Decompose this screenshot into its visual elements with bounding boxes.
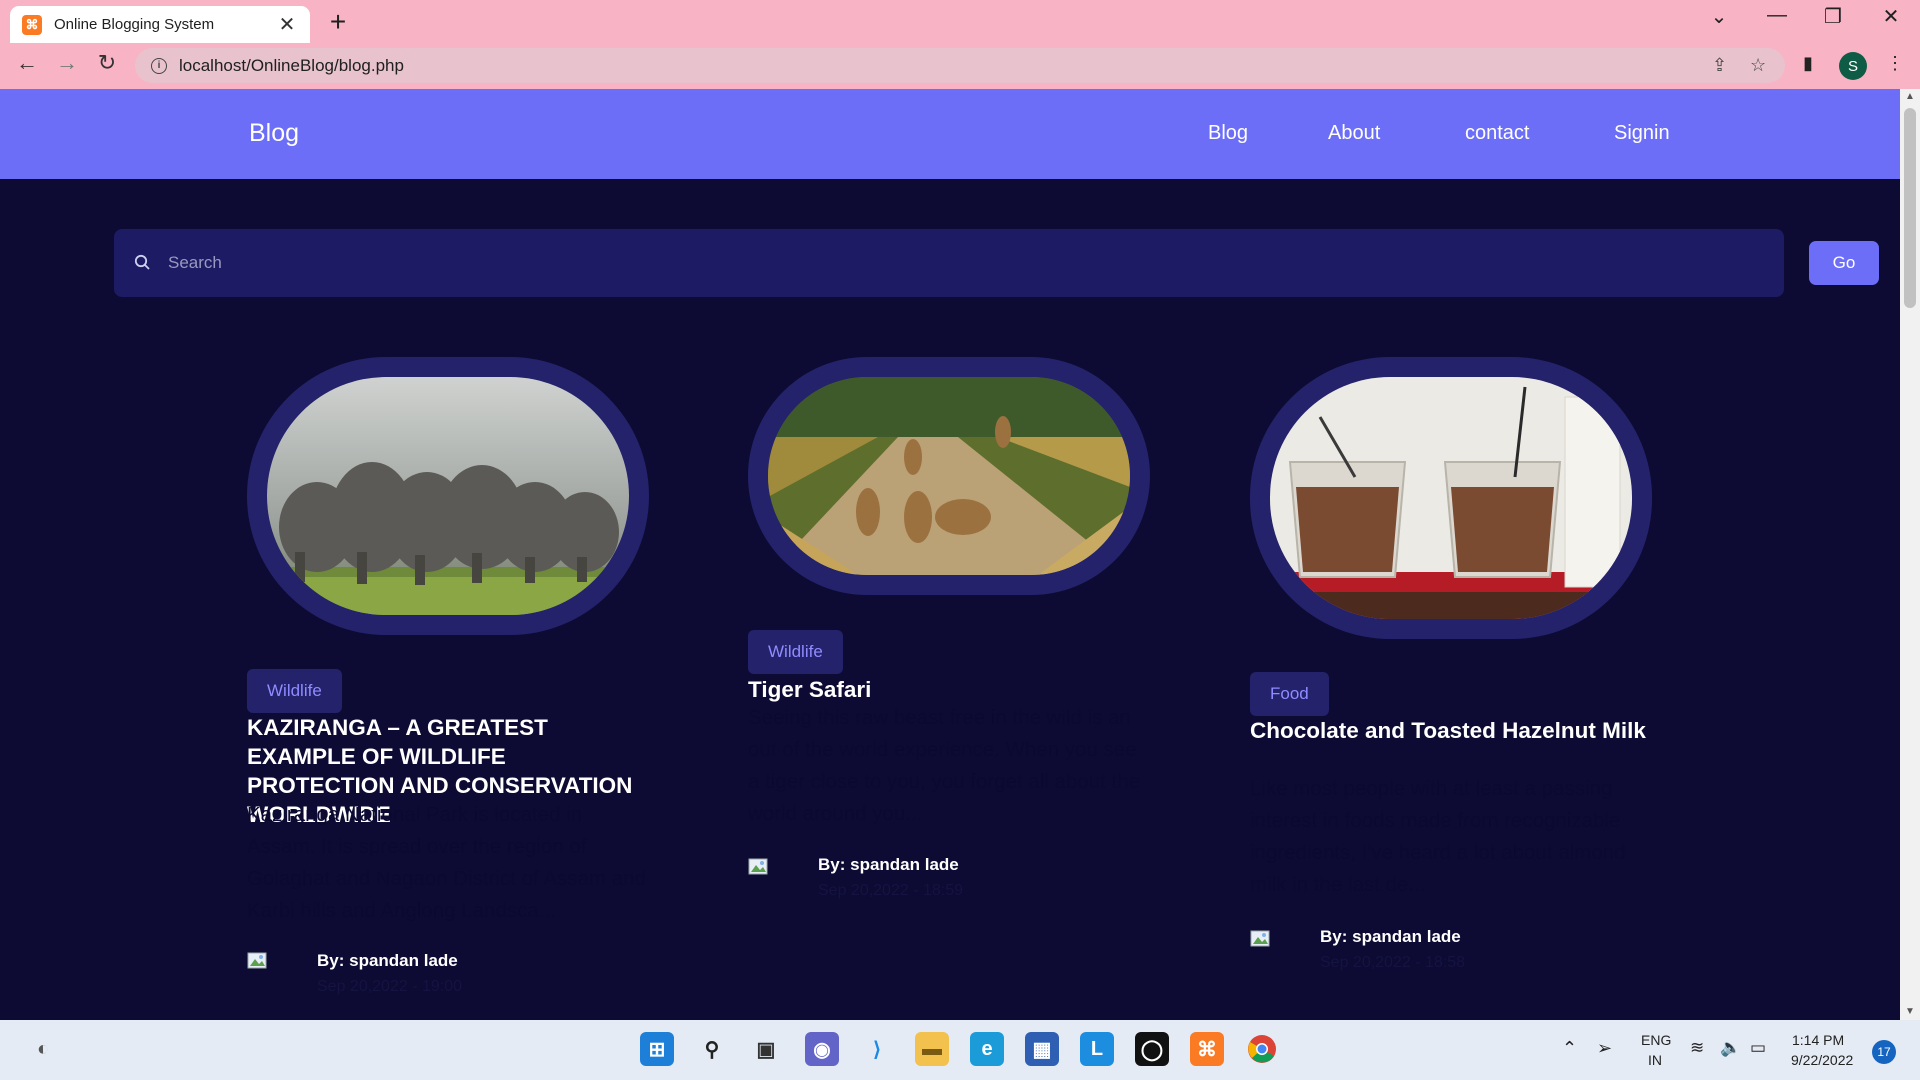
post-image-frame — [247, 357, 649, 635]
bookmark-star-icon[interactable]: ☆ — [1750, 48, 1766, 83]
nav-link-blog[interactable]: Blog — [1208, 122, 1248, 145]
windows-taskbar: ◐ ⊞ ⚲ ▣ ◉ ⟩ ▬ e ▦ L ◯ ⌘ ⌃ ➢ ENG IN ≋ 🔈 ▭… — [0, 1020, 1920, 1080]
reload-icon[interactable]: ↻ — [91, 50, 123, 76]
notification-count-badge[interactable]: 17 — [1872, 1040, 1896, 1064]
profile-avatar[interactable]: S — [1839, 52, 1867, 80]
page-scrollbar[interactable]: ▲ ▼ — [1900, 89, 1920, 1020]
category-badge[interactable]: Wildlife — [247, 669, 342, 713]
post-image-frame — [1250, 357, 1652, 639]
forward-icon[interactable]: → — [51, 50, 83, 76]
window-close-button[interactable]: ✕ — [1871, 4, 1911, 29]
xampp-favicon-icon: ⌘ — [22, 14, 42, 35]
start-windows-icon[interactable]: ⊞ — [640, 1032, 674, 1066]
region-indicator[interactable]: IN — [1648, 1052, 1662, 1068]
vscode-icon[interactable]: ⟩ — [860, 1032, 894, 1066]
post-excerpt: Like most people with at least a passing… — [1250, 777, 1626, 896]
location-arrow-icon[interactable]: ➢ — [1597, 1038, 1612, 1059]
search-input[interactable] — [168, 245, 1788, 281]
clock-time[interactable]: 1:14 PM — [1792, 1032, 1844, 1048]
xampp-icon[interactable]: ⌘ — [1190, 1032, 1224, 1066]
side-panel-icon[interactable]: ▮ — [1803, 53, 1813, 74]
nav-link-signin[interactable]: Signin — [1614, 122, 1670, 145]
search-taskbar-icon[interactable]: ⚲ — [695, 1032, 729, 1066]
address-bar[interactable]: i localhost/OnlineBlog/blog.php ⇪ ☆ — [135, 48, 1785, 83]
post-title[interactable]: Tiger Safari — [748, 675, 1148, 704]
nav-link-contact[interactable]: contact — [1465, 122, 1529, 145]
elephants-photo[interactable] — [267, 377, 629, 615]
restore-button[interactable]: ❐ — [1813, 4, 1853, 29]
language-indicator[interactable]: ENG — [1641, 1032, 1671, 1048]
task-view-icon[interactable]: ▣ — [749, 1032, 783, 1066]
post-excerpt: Kaziranga National Park is located in As… — [247, 803, 646, 922]
scroll-down-arrow-icon[interactable]: ▼ — [1900, 1004, 1920, 1020]
post-author: By: spandan lade — [1320, 927, 1461, 946]
scroll-thumb[interactable] — [1904, 108, 1916, 308]
tab-search-dropdown-icon[interactable]: ⌄ — [1699, 4, 1739, 29]
close-tab-icon[interactable]: ✕ — [276, 12, 298, 37]
show-hidden-icons-chevron-icon[interactable]: ⌃ — [1562, 1038, 1577, 1059]
post-title[interactable]: Chocolate and Toasted Hazelnut Milk — [1250, 716, 1650, 745]
menu-kebab-icon[interactable]: ⋮ — [1886, 53, 1904, 74]
share-icon[interactable]: ⇪ — [1712, 48, 1727, 83]
post-date: Sep 20,2022 - 19:00 — [317, 978, 463, 995]
wifi-icon[interactable]: ≋ — [1690, 1038, 1704, 1058]
post-date: Sep 20,2022 - 18:58 — [1320, 954, 1466, 971]
teams-chat-icon[interactable]: ◉ — [805, 1032, 839, 1066]
site-info-icon[interactable]: i — [151, 57, 167, 74]
category-badge[interactable]: Wildlife — [748, 630, 843, 674]
tab-title: Online Blogging System — [54, 16, 215, 33]
author-avatar-broken-image-icon — [1250, 930, 1270, 947]
post-date: Sep 20,2022 - 18:59 — [818, 882, 964, 899]
edge-browser-icon[interactable]: e — [970, 1032, 1004, 1066]
browser-tab[interactable]: ⌘ Online Blogging System ✕ — [10, 6, 310, 43]
search-go-button[interactable]: Go — [1809, 241, 1879, 285]
category-badge[interactable]: Food — [1250, 672, 1329, 716]
author-avatar-broken-image-icon — [247, 952, 267, 969]
chocolate-milk-glasses-photo[interactable] — [1270, 377, 1632, 619]
browser-tab-bar: ⌘ Online Blogging System ✕ + ⌄ — ❐ ✕ — [0, 0, 1920, 43]
post-author: By: spandan lade — [818, 855, 959, 874]
battery-icon[interactable]: ▭ — [1750, 1038, 1766, 1058]
back-icon[interactable]: ← — [11, 50, 43, 76]
volume-icon[interactable]: 🔈 — [1720, 1038, 1741, 1058]
file-explorer-icon[interactable]: ▬ — [915, 1032, 949, 1066]
microsoft-store-icon[interactable]: ▦ — [1025, 1032, 1059, 1066]
circle-app-icon[interactable]: ◯ — [1135, 1032, 1169, 1066]
minimize-button[interactable]: — — [1757, 4, 1797, 27]
site-navbar: Blog Blog About contact Signin — [0, 89, 1900, 179]
lions-on-road-photo[interactable] — [768, 377, 1130, 575]
search-bar: Go — [114, 229, 1879, 297]
url-text[interactable]: localhost/OnlineBlog/blog.php — [179, 56, 404, 76]
post-author: By: spandan lade — [317, 951, 458, 970]
nav-link-about[interactable]: About — [1328, 122, 1380, 145]
post-image-frame — [748, 357, 1150, 595]
scroll-up-arrow-icon[interactable]: ▲ — [1900, 89, 1920, 105]
author-avatar-broken-image-icon — [748, 858, 768, 875]
post-excerpt: Seeing this raw beast free in the wild i… — [748, 706, 1141, 825]
browser-toolbar: ← → ↻ i localhost/OnlineBlog/blog.php ⇪ … — [0, 43, 1920, 89]
widgets-weather-icon[interactable]: ◐ — [26, 1032, 60, 1066]
clock-date[interactable]: 9/22/2022 — [1791, 1052, 1853, 1068]
lens-app-icon[interactable]: L — [1080, 1032, 1114, 1066]
chrome-icon[interactable] — [1245, 1032, 1279, 1066]
new-tab-button[interactable]: + — [322, 6, 354, 38]
brand-logo-text[interactable]: Blog — [249, 119, 299, 148]
search-icon — [134, 254, 150, 270]
